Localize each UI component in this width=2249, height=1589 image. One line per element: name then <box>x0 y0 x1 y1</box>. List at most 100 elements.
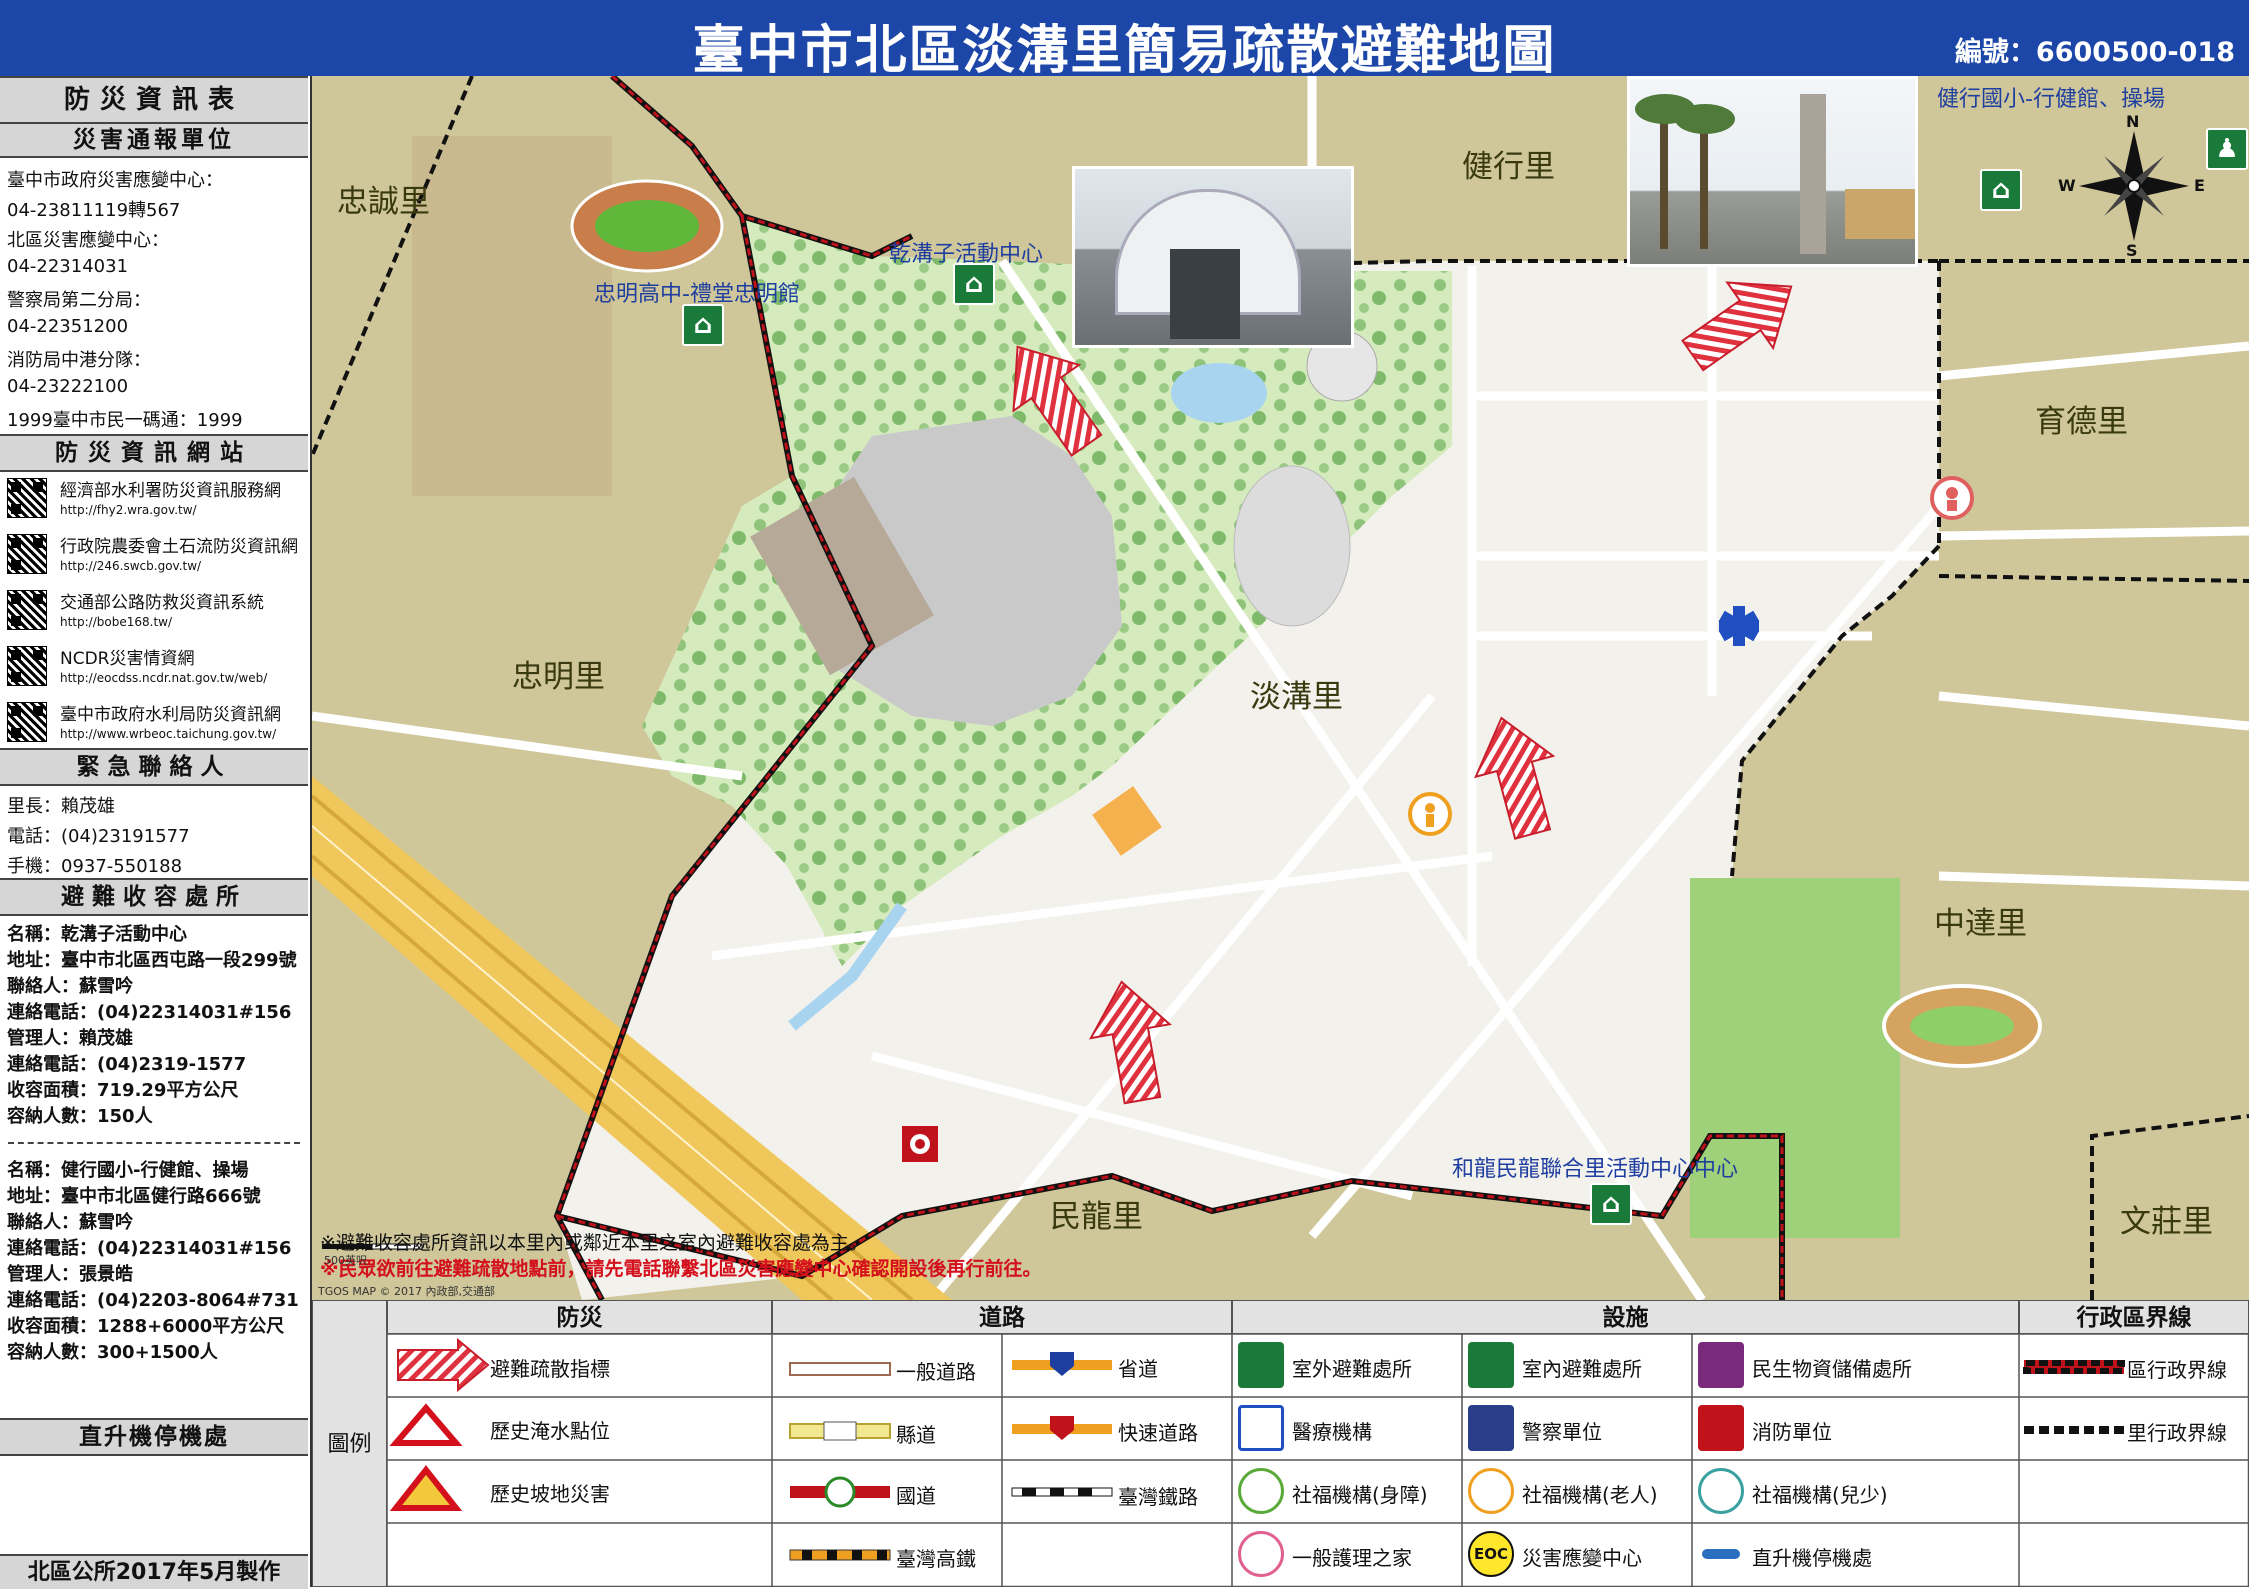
shelter-1-line: 連絡電話：(04)2319-1577 <box>7 1054 247 1075</box>
shelter-1-line: 連絡電話：(04)22314031#156 <box>7 1002 292 1023</box>
report-line: 臺中市政府災害應變中心： <box>7 170 223 191</box>
website-url[interactable]: http://eocdss.ncdr.nat.gov.tw/web/ <box>60 671 267 685</box>
supply-storage-icon <box>1698 1342 1744 1388</box>
village-label: 淡溝里 <box>1250 679 1343 715</box>
indoor-shelter-icon[interactable]: ⌂ <box>1590 1183 1632 1225</box>
legend-item: 臺灣高鐵 <box>896 1547 976 1571</box>
shelters-heading: 避難收容處所 <box>0 878 308 916</box>
outdoor-shelter-icon[interactable]: ♟ <box>2206 128 2248 170</box>
activity-center-photo <box>1072 166 1354 348</box>
school-field <box>1690 878 1900 1238</box>
legend-item: 消防單位 <box>1752 1420 1832 1444</box>
website-url[interactable]: http://www.wrbeoc.taichung.gov.tw/ <box>60 727 276 741</box>
legend-item: 社福機構(身障) <box>1292 1483 1428 1507</box>
village-label: 中達里 <box>1934 906 2027 942</box>
indoor-shelter-icon[interactable]: ⌂ <box>1980 169 2022 211</box>
indoor-shelter-icon[interactable]: ⌂ <box>682 304 724 346</box>
compass-icon <box>2079 131 2189 241</box>
medical-icon[interactable] <box>1718 606 1760 646</box>
pond <box>1171 363 1267 423</box>
info-panel-title: 防災資訊表 <box>0 76 308 124</box>
landslide-icon <box>389 1465 463 1511</box>
shelter-1-line: 管理人：賴茂雄 <box>7 1028 133 1049</box>
emergency-line: 手機：0937-550188 <box>7 856 183 877</box>
website-name: 經濟部水利署防災資訊服務網 <box>60 481 281 501</box>
police-icon <box>1468 1405 1514 1451</box>
legend-item: 區行政界線 <box>2127 1358 2227 1382</box>
legend-item: 里行政界線 <box>2127 1421 2227 1445</box>
qr-code-icon <box>7 702 47 742</box>
legend-item: 室外避難處所 <box>1292 1357 1412 1381</box>
shelter-1-line: 收容面積：719.29平方公尺 <box>7 1080 239 1101</box>
shelter-2-line: 連絡電話：(04)2203-8064#731 <box>7 1290 299 1311</box>
fire-station-icon <box>1698 1405 1744 1451</box>
fire-station-icon[interactable] <box>902 1126 938 1162</box>
legend-item: 避難疏散指標 <box>490 1357 610 1381</box>
website-url[interactable]: http://bobe168.tw/ <box>60 615 172 629</box>
village-label: 忠誠里 <box>337 184 430 220</box>
legend-item: 縣道 <box>896 1423 936 1447</box>
map-credit: TGOS MAP © 2017 內政部,交通部 <box>318 1285 496 1298</box>
legend-item: 快速道路 <box>1118 1421 1198 1445</box>
info-panel: 防災資訊表 災害通報單位 臺中市政府災害應變中心： 04-23811119轉56… <box>0 76 312 1589</box>
legend-item: 警察單位 <box>1522 1420 1602 1444</box>
legend-item: 一般道路 <box>896 1360 976 1384</box>
serial-number: 編號：6600500-018 <box>1954 37 2235 68</box>
legend-item: 一般護理之家 <box>1292 1546 1412 1570</box>
elderly-welfare-icon[interactable] <box>1408 792 1452 836</box>
report-line: 04-23222100 <box>7 376 129 397</box>
child-welfare-icon[interactable] <box>1930 476 1974 520</box>
legend-item: 歷史淹水點位 <box>490 1419 610 1443</box>
indoor-shelter-icon <box>1468 1342 1514 1388</box>
village-label: 忠明里 <box>512 659 605 695</box>
map-area[interactable]: 忠誠里 健行里 育德里 忠明里 淡溝里 中達里 民龍里 文莊里 乾溝子活動中心 … <box>312 76 2249 1300</box>
legend-item: 歷史坡地災害 <box>490 1482 610 1506</box>
legend-label: 圖例 <box>312 1300 387 1587</box>
shelter-1-line: 聯絡人：蘇雪吟 <box>7 976 133 997</box>
elderly-welfare-icon <box>1468 1468 1514 1514</box>
shelter-divider <box>8 1142 300 1144</box>
website-name: 臺中市政府水利局防災資訊網 <box>60 705 281 725</box>
made-by-footer: 北區公所2017年5月製作 <box>0 1554 308 1589</box>
emergency-line: 電話：(04)23191577 <box>7 826 190 847</box>
legend-item: 民生物資儲備處所 <box>1752 1357 1912 1381</box>
website-url[interactable]: http://246.swcb.gov.tw/ <box>60 559 201 573</box>
websites-heading: 防災資訊網站 <box>0 434 308 472</box>
local-road-symbol <box>789 1362 891 1376</box>
legend-item: 室內避難處所 <box>1522 1357 1642 1381</box>
shelter-2-line: 管理人：張景皓 <box>7 1264 133 1285</box>
report-line: 1999臺中市民一碼通：1999 <box>7 410 243 431</box>
website-url[interactable]: http://fhy2.wra.gov.tw/ <box>60 503 197 517</box>
shelter-1-line: 地址：臺中市北區西屯路一段299號 <box>7 950 297 971</box>
report-line: 04-22351200 <box>7 316 129 337</box>
legend-group-facility: 設施 <box>1232 1300 2019 1334</box>
legend-item: 直升機停機處 <box>1752 1546 1872 1570</box>
shelter-1-line: 容納人數：150人 <box>7 1106 153 1127</box>
legend-item: 國道 <box>896 1484 936 1508</box>
report-line: 消防局中港分隊： <box>7 350 151 371</box>
report-line: 04-23811119轉567 <box>7 200 181 221</box>
report-line: 警察局第二分局： <box>7 290 151 311</box>
helipad-icon <box>1698 1531 1744 1577</box>
map-warning-note: ※民眾欲前往避難疏散地點前，請先電話聯繫北區災害應變中心確認開設後再行前往。 <box>320 1258 1042 1280</box>
report-units-heading: 災害通報單位 <box>0 122 308 158</box>
emergency-heading: 緊急聯絡人 <box>0 748 308 786</box>
compass-s-label: S <box>2126 241 2138 260</box>
report-line: 北區災害應變中心： <box>7 230 169 251</box>
shelter-2-line: 名稱：健行國小-行健館、操場 <box>7 1160 249 1181</box>
nursing-home-icon <box>1238 1531 1284 1577</box>
village-label: 民龍里 <box>1050 1199 1143 1235</box>
map-title: 臺中市北區淡溝里簡易疏散避難地圖 <box>692 21 1557 81</box>
shelter-2-line: 聯絡人：蘇雪吟 <box>7 1212 133 1233</box>
school-photo <box>1627 76 1918 267</box>
heliport-heading: 直升機停機處 <box>0 1418 308 1456</box>
compass-w-label: W <box>2058 176 2076 195</box>
village-label: 健行里 <box>1462 149 1555 185</box>
legend-item: 臺灣鐵路 <box>1118 1485 1198 1509</box>
outdoor-shelter-icon <box>1238 1342 1284 1388</box>
facility-label: 和龍民龍聯合里活動中心中心 <box>1452 1157 1739 1182</box>
map-note: ※避難收容處所資訊以本里內或鄰近本里之室內避難收容處為主。 <box>320 1232 868 1254</box>
website-name: 交通部公路防救災資訊系統 <box>60 593 264 613</box>
indoor-shelter-icon[interactable]: ⌂ <box>953 263 995 305</box>
scale-label: 500英呎 <box>324 1254 367 1267</box>
